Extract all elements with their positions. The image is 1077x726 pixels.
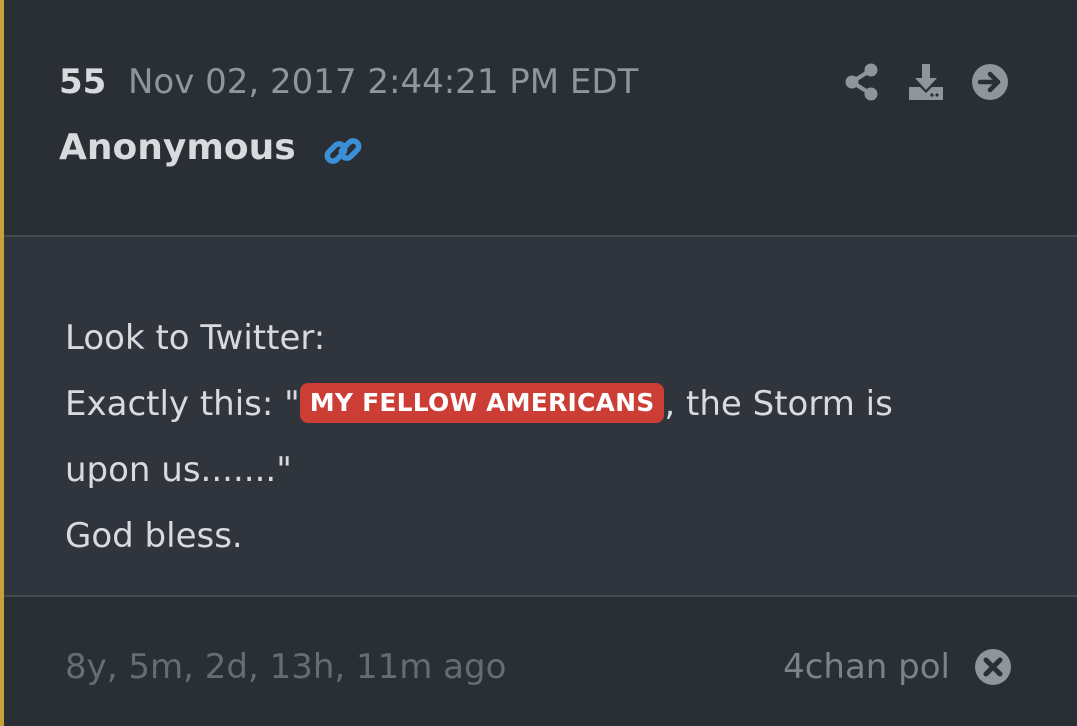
- post-number: 55: [59, 62, 107, 102]
- arrow-right-circle-icon[interactable]: [970, 62, 1010, 102]
- body-line-2: Exactly this: " MY FELLOW AMERICANS, the …: [65, 371, 1045, 437]
- post-card: 55 Nov 02, 2017 2:44:21 PM EDT Anonymous: [0, 0, 1077, 726]
- source-label: 4chan pol: [783, 647, 950, 687]
- body-line-1: Look to Twitter:: [65, 318, 326, 358]
- post-body: Look to Twitter: Exactly this: " MY FELLO…: [4, 237, 1077, 595]
- elapsed-time: 8y, 5m, 2d, 13h, 11m ago: [65, 647, 507, 687]
- post-text: Look to Twitter: Exactly this: " MY FELLO…: [65, 305, 1045, 569]
- body-line-2-suffix: , the Storm is: [664, 384, 893, 424]
- link-icon[interactable]: [322, 130, 364, 172]
- close-icon[interactable]: [974, 648, 1012, 686]
- post-header: 55 Nov 02, 2017 2:44:21 PM EDT Anonymous: [4, 0, 1077, 235]
- body-line-3: upon us.......": [65, 450, 292, 490]
- post-timestamp: Nov 02, 2017 2:44:21 PM EDT: [128, 62, 639, 102]
- highlighted-phrase: MY FELLOW AMERICANS: [299, 383, 665, 423]
- post-author: Anonymous: [59, 127, 296, 168]
- share-icon[interactable]: [842, 62, 882, 102]
- body-line-2-prefix: Exactly this: ": [65, 384, 300, 424]
- body-line-4: God bless.: [65, 516, 243, 556]
- post-footer: 8y, 5m, 2d, 13h, 11m ago 4chan pol: [4, 597, 1077, 726]
- download-icon[interactable]: [906, 62, 946, 102]
